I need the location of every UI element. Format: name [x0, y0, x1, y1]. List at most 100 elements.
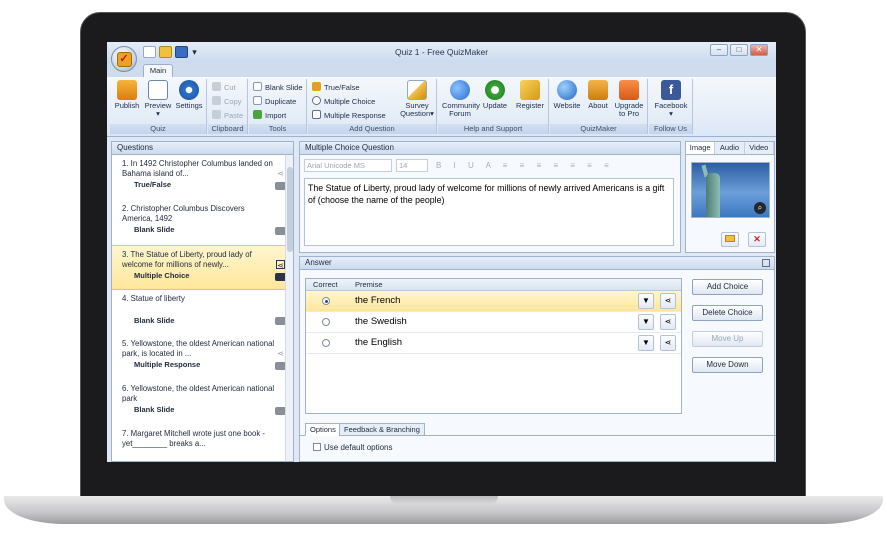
copy-button[interactable]: Copy	[212, 96, 242, 108]
folder-icon	[725, 235, 735, 242]
feedback-icon[interactable]: ▼	[638, 293, 654, 309]
font-size-select[interactable]: 14	[396, 159, 428, 172]
answer-header: Answer	[300, 257, 774, 270]
branching-icon: ⋖	[277, 169, 284, 178]
true-false-button[interactable]: True/False	[312, 82, 360, 94]
info-icon	[588, 80, 608, 100]
correct-radio[interactable]	[322, 339, 330, 347]
tab-audio[interactable]: Audio	[715, 142, 745, 154]
answer-row[interactable]: the English ▼ ⋖	[306, 333, 681, 354]
ribbon-group-quizmaker: Website About Upgrade to Pro QuizMaker	[550, 79, 648, 134]
preview-button[interactable]: Preview ▾	[143, 80, 173, 118]
question-item[interactable]: 4. Statue of liberty Blank Slide	[112, 290, 293, 335]
website-button[interactable]: Website	[552, 80, 582, 110]
branching-icon: ⋖	[276, 260, 285, 270]
window-title: Quiz 1 - Free QuizMaker	[394, 47, 489, 57]
duplicate-button[interactable]: Duplicate	[253, 96, 296, 108]
checkbox-icon[interactable]	[313, 443, 321, 451]
survey-question-button[interactable]: Survey Question▾	[400, 80, 434, 118]
questions-panel: Questions 1. In 1492 Christopher Columbu…	[111, 141, 294, 462]
ribbon-group-follow-us: f Facebook ▾ Follow Us	[649, 79, 693, 134]
media-panel: Image Audio Video ⌕ ✕	[685, 141, 775, 253]
use-default-options-checkbox[interactable]: Use default options	[313, 443, 393, 453]
checkbox-icon	[312, 110, 321, 119]
group-label-tools: Tools	[249, 124, 306, 134]
community-forum-button[interactable]: Community Forum	[442, 80, 480, 118]
import-icon	[253, 110, 262, 119]
cut-button[interactable]: Cut	[212, 82, 236, 94]
ribbon-group-clipboard: Cut Copy Paste Clipboard	[208, 79, 248, 134]
ribbon-group-help: Community Forum Update Register Help and …	[438, 79, 549, 134]
import-button[interactable]: Import	[253, 110, 286, 122]
correct-radio[interactable]	[322, 297, 330, 305]
tab-feedback-branching[interactable]: Feedback & Branching	[339, 423, 425, 436]
question-item[interactable]: 1. In 1492 Christopher Columbus landed o…	[112, 155, 293, 200]
laptop-notch	[390, 496, 498, 504]
upgrade-to-pro-button[interactable]: Upgrade to Pro	[614, 80, 644, 118]
branching-icon[interactable]: ⋖	[660, 314, 676, 330]
globe-icon	[557, 80, 577, 100]
settings-button[interactable]: Settings	[174, 80, 204, 110]
blank-slide-button[interactable]: Blank Slide	[253, 82, 303, 94]
register-button[interactable]: Register	[513, 80, 547, 110]
multiple-response-button[interactable]: Multiple Response	[312, 110, 386, 122]
browse-image-button[interactable]	[721, 232, 739, 247]
tab-main[interactable]: Main	[143, 64, 173, 78]
question-item[interactable]: 6. Yellowstone, the oldest American nati…	[112, 380, 293, 425]
answer-panel: Answer Correct Premise the French ▼ ⋖ th…	[299, 256, 776, 462]
facebook-button[interactable]: f Facebook ▾	[651, 80, 691, 118]
ribbon-tab-row: Main	[107, 63, 776, 78]
question-item[interactable]: 7. Margaret Mitchell wrote just one book…	[112, 425, 293, 462]
format-buttons[interactable]: B I U A ≡ ≡ ≡ ≡ ≡ ≡ ≡	[436, 159, 614, 172]
survey-pencil-icon	[407, 80, 427, 100]
question-text-field[interactable]: The Statue of Liberty, proud lady of wel…	[304, 178, 674, 246]
tab-video[interactable]: Video	[744, 142, 774, 154]
feedback-icon[interactable]: ▼	[638, 335, 654, 351]
format-toolbar: Arial Unicode MS 14 B I U A ≡ ≡ ≡ ≡ ≡ ≡ …	[304, 159, 676, 173]
minimize-button[interactable]: –	[710, 44, 728, 56]
move-up-button[interactable]: Move Up	[692, 331, 763, 347]
tab-image[interactable]: Image	[686, 142, 716, 154]
question-item[interactable]: 5. Yellowstone, the oldest American nati…	[112, 335, 293, 380]
branching-icon[interactable]: ⋖	[660, 293, 676, 309]
group-label-quizmaker: QuizMaker	[550, 124, 647, 134]
question-editor-header: Multiple Choice Question	[300, 142, 680, 155]
collapse-icon[interactable]	[762, 259, 770, 267]
maximize-button[interactable]: □	[730, 44, 748, 56]
column-premise: Premise	[355, 280, 383, 289]
feedback-icon[interactable]: ▼	[638, 314, 654, 330]
remove-image-button[interactable]: ✕	[748, 232, 766, 247]
answer-row[interactable]: the French ▼ ⋖	[306, 291, 681, 312]
paste-button[interactable]: Paste	[212, 110, 243, 122]
update-button[interactable]: Update	[480, 80, 510, 110]
branching-icon[interactable]: ⋖	[660, 335, 676, 351]
options-tabs: Options Feedback & Branching	[300, 423, 776, 436]
questions-scrollbar[interactable]	[285, 155, 293, 461]
blank-slide-icon	[253, 82, 262, 91]
ribbon-group-quiz: Publish Preview ▾ Settings Quiz	[110, 79, 207, 134]
tab-options[interactable]: Options	[305, 423, 341, 436]
delete-x-icon: ✕	[753, 234, 761, 244]
publish-button[interactable]: Publish	[112, 80, 142, 110]
title-bar: ▾ Quiz 1 - Free QuizMaker – □ ✕	[107, 42, 776, 63]
question-item[interactable]: 2. Christopher Columbus Discovers Americ…	[112, 200, 293, 245]
correct-radio[interactable]	[322, 318, 330, 326]
close-button[interactable]: ✕	[750, 44, 768, 56]
answer-row[interactable]: the Swedish ▼ ⋖	[306, 312, 681, 333]
community-icon	[450, 80, 470, 100]
multiple-choice-button[interactable]: Multiple Choice	[312, 96, 375, 108]
about-button[interactable]: About	[583, 80, 613, 110]
question-item-selected[interactable]: 3. The Statue of Liberty, proud lady of …	[112, 245, 293, 290]
application-menu-button[interactable]: ✓	[111, 46, 137, 72]
group-label-add-question: Add Question	[308, 124, 436, 134]
move-down-button[interactable]: Move Down	[692, 357, 763, 373]
scrollbar-thumb[interactable]	[287, 167, 293, 252]
font-family-select[interactable]: Arial Unicode MS	[304, 159, 392, 172]
duplicate-icon	[253, 96, 262, 105]
delete-choice-button[interactable]: Delete Choice	[692, 305, 763, 321]
add-choice-button[interactable]: Add Choice	[692, 279, 763, 295]
settings-gear-icon	[179, 80, 199, 100]
zoom-icon[interactable]: ⌕	[754, 202, 766, 214]
app-window: ▾ Quiz 1 - Free QuizMaker – □ ✕ Main ✓ P…	[107, 42, 776, 462]
question-image[interactable]: ⌕	[691, 162, 770, 218]
